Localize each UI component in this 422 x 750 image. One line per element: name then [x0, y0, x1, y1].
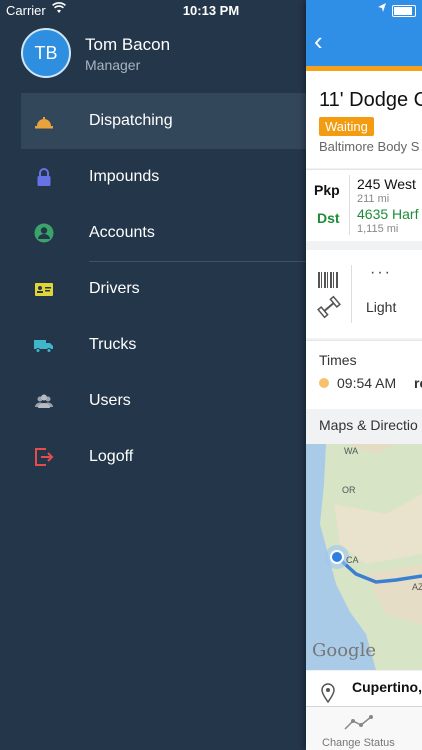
menu-item-dispatching[interactable]: Dispatching: [21, 93, 306, 149]
dumbbell-icon: [317, 295, 341, 319]
map-pin-icon: [321, 683, 335, 703]
map-label-or: OR: [342, 485, 356, 495]
users-icon: [35, 394, 53, 408]
addresses-section[interactable]: Pkp Dst 245 West 211 mi 4635 Harf 1,115 …: [306, 169, 422, 241]
menu-item-trucks[interactable]: Trucks: [0, 317, 306, 373]
job-detail-panel[interactable]: ‹ 11' Dodge C Waiting Baltimore Body S P…: [306, 0, 422, 750]
more-icon[interactable]: ···: [370, 264, 392, 282]
location-name: Cupertino,: [352, 679, 422, 695]
menu-label: Drivers: [89, 280, 140, 297]
tab-bar: Change Status: [306, 706, 422, 750]
time-status-dot: [319, 378, 329, 388]
drawer-menu: Dispatching Impounds Accounts Drivers Tr…: [0, 93, 306, 485]
bell-icon: [35, 117, 53, 129]
divider: [351, 265, 352, 323]
clock: 10:13 PM: [182, 3, 240, 18]
current-location-row[interactable]: Cupertino,: [306, 671, 422, 707]
destination-address: 4635 Harf: [357, 206, 419, 222]
times-section: Times 09:54 AM re: [306, 340, 422, 409]
user-role: Manager: [85, 57, 141, 73]
status-bar: Carrier 10:13 PM: [0, 0, 422, 20]
lock-icon: [37, 168, 51, 186]
barcode-icon: [318, 272, 338, 288]
menu-label: Dispatching: [89, 112, 173, 129]
menu-label: Impounds: [89, 168, 160, 185]
menu-label: Logoff: [89, 448, 134, 465]
battery-icon: [392, 5, 416, 17]
side-drawer: TB Tom Bacon Manager Dispatching Impound…: [0, 0, 306, 750]
route-map[interactable]: WA OR CA AZ Google: [306, 444, 422, 670]
map-label-az: AZ: [412, 582, 422, 592]
menu-item-drivers[interactable]: Drivers: [0, 261, 306, 317]
map-label-ca: CA: [346, 555, 359, 565]
avatar[interactable]: TB: [21, 28, 71, 78]
map-label-wa: WA: [344, 446, 358, 456]
logoff-icon: [35, 448, 54, 466]
menu-item-logoff[interactable]: Logoff: [0, 429, 306, 485]
menu-item-accounts[interactable]: Accounts: [0, 205, 306, 261]
time-value: 09:54 AM: [337, 375, 397, 391]
pickup-address: 245 West: [357, 176, 416, 192]
tab-change-status[interactable]: Change Status: [322, 737, 395, 749]
time-extra: re: [414, 375, 422, 391]
menu-item-impounds[interactable]: Impounds: [0, 149, 306, 205]
job-header-card: 11' Dodge C Waiting Baltimore Body S: [306, 71, 422, 168]
destination-label: Dst: [317, 210, 340, 226]
menu-item-users[interactable]: Users: [0, 373, 306, 429]
destination-distance: 1,115 mi: [357, 223, 399, 235]
weight-class: Light: [366, 299, 397, 315]
pickup-label: Pkp: [314, 182, 340, 198]
person-icon: [34, 223, 54, 243]
maps-heading: Maps & Directio: [319, 417, 418, 433]
pickup-distance: 211 mi: [357, 193, 390, 205]
menu-label: Users: [89, 392, 131, 409]
change-status-icon[interactable]: [343, 713, 375, 733]
id-card-icon: [35, 283, 53, 296]
times-heading: Times: [319, 352, 357, 368]
map-canvas: WA OR CA AZ: [306, 444, 422, 670]
status-badge: Waiting: [319, 117, 374, 136]
vehicle-info-section[interactable]: ··· Light: [306, 250, 422, 338]
location-arrow-icon: [378, 3, 386, 12]
job-title: 11' Dodge C: [319, 89, 422, 111]
menu-label: Accounts: [89, 224, 155, 241]
menu-divider: [89, 261, 306, 262]
back-chevron-icon[interactable]: ‹: [314, 26, 323, 57]
divider: [349, 175, 350, 235]
map-attribution: Google: [312, 640, 376, 661]
account-name: Baltimore Body S: [319, 139, 420, 154]
menu-label: Trucks: [89, 336, 137, 353]
truck-icon: [34, 340, 53, 353]
user-name: Tom Bacon: [85, 35, 171, 54]
